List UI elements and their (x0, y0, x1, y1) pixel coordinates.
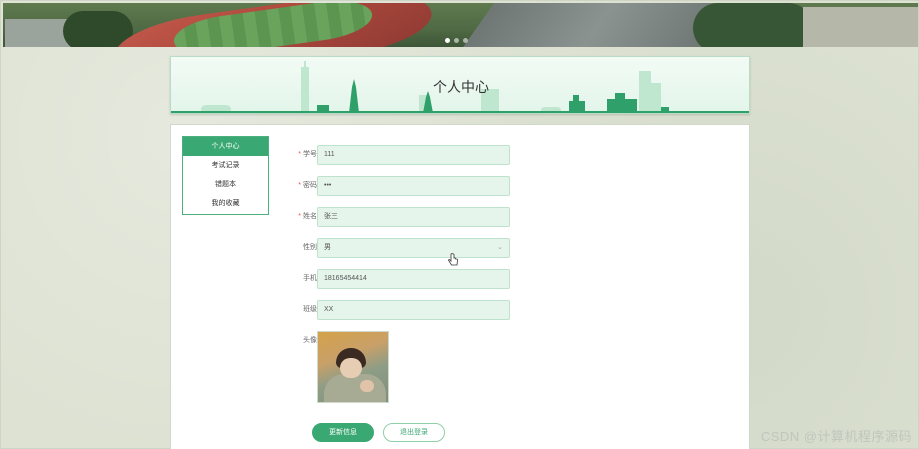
logout-button[interactable]: 退出登录 (383, 423, 445, 442)
class-input[interactable]: XX (317, 300, 510, 320)
class-label: 班级 (303, 306, 317, 313)
password-label: * 密码 (298, 182, 317, 189)
student-id-input[interactable]: 111 (317, 145, 510, 165)
avatar-photo-hand (360, 380, 374, 392)
update-info-button[interactable]: 更新信息 (312, 423, 374, 442)
carousel-indicators (445, 38, 468, 43)
name-label: * 姓名 (298, 213, 317, 220)
required-mark: * (298, 151, 301, 158)
avatar-photo-face (340, 358, 362, 378)
page-background: 个人中心 个人中心 考试记录 错题本 我的收藏 * 学号 111 * 密码 ••• … (0, 0, 919, 449)
gender-selected-value: 男 (324, 244, 331, 251)
avatar-label: 头像 (303, 337, 317, 344)
avatar-photo-coat (324, 374, 386, 402)
phone-input[interactable]: 18165454414 (317, 269, 510, 289)
required-mark: * (298, 213, 301, 220)
student-id-label: * 学号 (298, 151, 317, 158)
banner-plaza (803, 7, 918, 47)
carousel-dot[interactable] (454, 38, 459, 43)
menu-item-favorites[interactable]: 我的收藏 (183, 194, 268, 213)
required-mark: * (298, 182, 301, 189)
carousel-dot[interactable] (445, 38, 450, 43)
hand-pointer-icon (448, 253, 458, 266)
password-input[interactable]: ••• (317, 176, 510, 196)
menu-item-profile[interactable]: 个人中心 (183, 137, 268, 156)
banner-carousel[interactable] (3, 3, 918, 47)
page-title: 个人中心 (433, 79, 489, 95)
phone-label: 手机 (303, 275, 317, 282)
menu-item-exam-records[interactable]: 考试记录 (183, 156, 268, 175)
page-title-bar: 个人中心 (170, 56, 750, 114)
watermark: CSDN @计算机程序源码 (760, 429, 912, 444)
title-underline (171, 111, 749, 113)
gender-label: 性别 (303, 244, 317, 251)
banner-trees-right (693, 3, 813, 47)
carousel-dot[interactable] (463, 38, 468, 43)
menu-item-wrong-questions[interactable]: 错题本 (183, 175, 268, 194)
profile-card: 个人中心 考试记录 错题本 我的收藏 * 学号 111 * 密码 ••• * 姓名 张… (170, 124, 750, 449)
avatar-upload[interactable] (317, 331, 389, 403)
gender-select[interactable]: 男 ⌄ (317, 238, 510, 258)
name-input[interactable]: 张三 (317, 207, 510, 227)
chevron-down-icon: ⌄ (497, 244, 503, 251)
side-menu: 个人中心 考试记录 错题本 我的收藏 (182, 136, 269, 215)
